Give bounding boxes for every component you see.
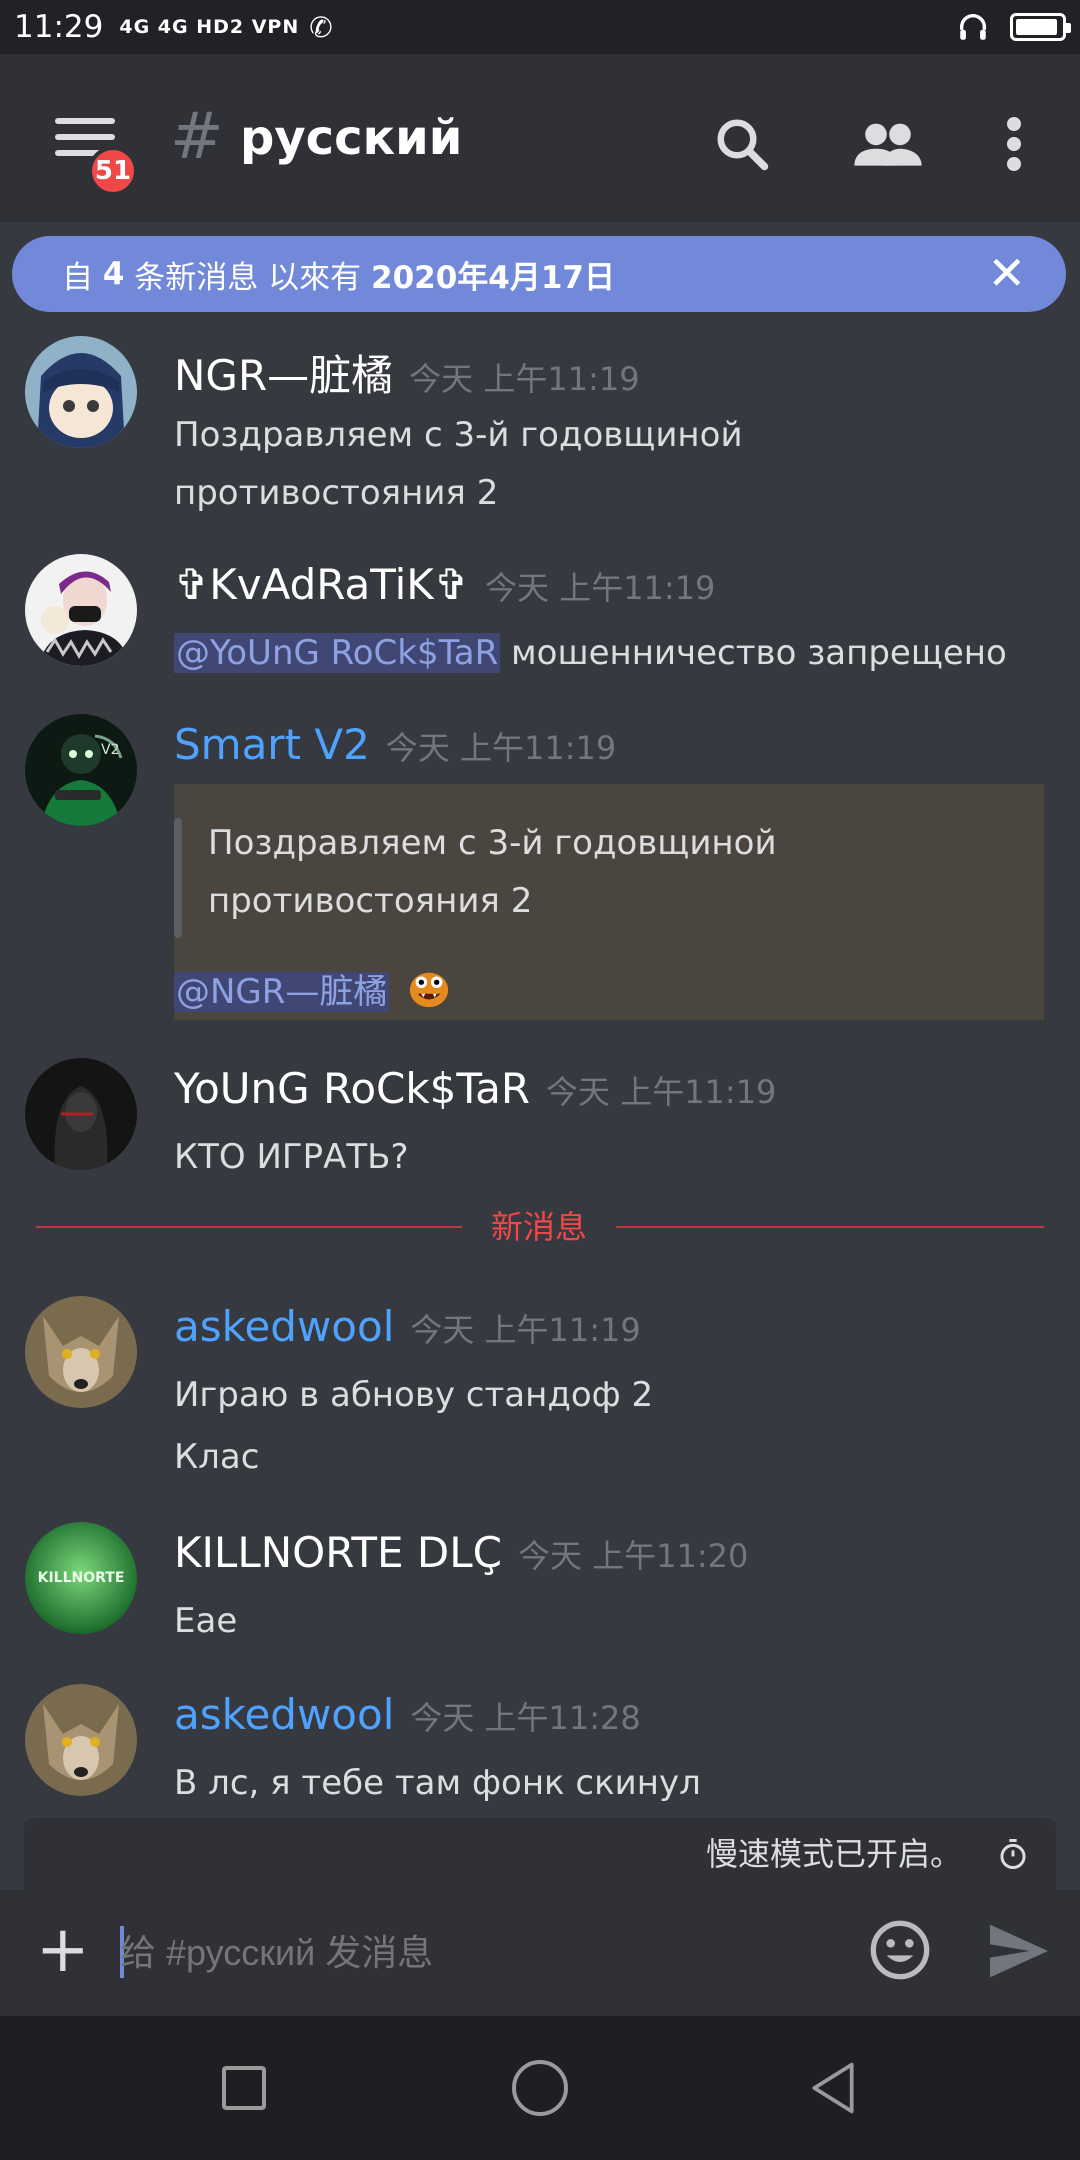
banner-count: 4 [102,256,125,292]
quote-bar [174,818,182,938]
user-mention[interactable]: @NGR—脏橘 [174,972,390,1012]
phone-icon: ✆ [309,10,333,44]
new-messages-label: 新消息 [462,1202,616,1248]
unread-badge: 51 [88,146,138,196]
avatar[interactable] [25,554,137,666]
timestamp: 今天 上午11:19 [410,1311,641,1349]
emoji-icon[interactable] [868,1918,932,1982]
username[interactable]: YoUnG RoCk$TaR 今天 上午11:19 [174,1064,776,1113]
user-mention[interactable]: @YoUnG RoCk$TaR [174,633,501,673]
username-text[interactable]: askedwool [174,1690,394,1739]
timestamp: 今天 上午11:19 [485,569,716,607]
quote-line: Поздравляем с 3-й годовщиной [208,823,777,863]
timestamp: 今天 上午11:20 [517,1537,749,1575]
signal-indicators: 4G 4G HD2 VPN [119,16,300,38]
message-text: Поздравляем с 3-й годовщиной [174,415,743,455]
add-attachment-icon[interactable]: + [36,1918,90,1982]
message-text: Играю в абнову стандоф 2 [174,1375,654,1415]
new-messages-banner[interactable]: 自 4 条新消息 以來有 2020年4月17日 ✕ [12,236,1066,312]
quote-line: противостояния 2 [208,881,533,921]
username[interactable]: askedwool 今天 上午11:28 [174,1690,641,1739]
message-text: КТО ИГРАТЬ? [174,1137,409,1177]
mention-row: @NGR—脏橘 [174,964,452,1013]
message-text: Клас [174,1437,260,1477]
message-text: В лс, я тебе там фонк скинул [174,1763,701,1803]
search-icon[interactable] [712,114,772,174]
status-bar: 11:29 4G 4G HD2 VPN ✆ [0,0,1080,54]
username-text[interactable]: askedwool [174,1302,394,1351]
quote-text: Поздравляем с 3-й годовщиной противостоя… [208,814,777,930]
message-text: @YoUnG RoCk$TaR мошенничество запрещено [174,624,1007,682]
slowmode-text: 慢速模式已开启。 [705,1835,962,1873]
username[interactable]: KILLNORTE DLÇ 今天 上午11:20 [174,1528,748,1577]
hamburger-icon [55,118,115,124]
avatar[interactable] [25,1684,137,1796]
avatar[interactable] [25,336,137,448]
close-icon[interactable]: ✕ [987,250,1026,296]
status-time: 11:29 [14,9,104,45]
battery-icon [1010,13,1071,41]
banner-date: 2020年4月17日 [371,259,616,296]
avatar[interactable]: V2 [25,714,137,826]
avatar[interactable]: KILLNORTE [25,1522,137,1634]
username-text[interactable]: KILLNORTE DLÇ [174,1528,502,1577]
home-button[interactable] [512,2060,568,2116]
username[interactable]: ✞KvAdRaTiK✞ 今天 上午11:19 [174,560,715,609]
username-text[interactable]: NGR—脏橘 [174,351,393,400]
timestamp: 今天 上午11:28 [410,1699,641,1737]
avatar-label: V2 [101,742,119,758]
channel-title[interactable]: русский [240,110,462,166]
username[interactable]: Smart V2 今天 上午11:19 [174,720,616,769]
message-composer: + [0,1890,1080,2016]
slowmode-notice: 慢速模式已开启。 [24,1818,1056,1890]
back-icon[interactable] [808,2060,858,2116]
timestamp: 今天 上午11:19 [385,729,617,767]
username[interactable]: NGR—脏橘 今天 上午11:19 [174,342,640,403]
message-input[interactable] [120,1910,820,1996]
system-navigation-bar [0,2016,1080,2160]
hamburger-line [55,134,115,140]
message-text: противостояния 2 [174,473,499,513]
username-text[interactable]: Smart V2 [174,720,370,769]
quoted-message-embed: Поздравляем с 3-й годовщиной противостоя… [174,784,1044,1020]
send-icon[interactable] [986,1922,1052,1980]
more-options-icon[interactable] [1000,114,1028,174]
avatar[interactable] [25,1058,137,1170]
message-text: Eae [174,1601,238,1641]
avatar[interactable] [25,1296,137,1408]
timestamp: 今天 上午11:19 [409,360,640,398]
timer-icon [1000,1838,1026,1870]
banner-prefix: 自 [62,259,93,296]
timestamp: 今天 上午11:19 [546,1073,777,1111]
banner-middle: 条新消息 以來有 [134,259,362,296]
monster-emoji-icon [410,972,449,1008]
members-icon[interactable] [852,114,924,174]
message-body: мошенничество запрещено [511,633,1007,673]
username-text[interactable]: YoUnG RoCk$TaR [174,1064,530,1113]
avatar-label: KILLNORTE [38,1570,125,1586]
headphones-icon [959,14,987,40]
channel-header: 51 # русский [0,54,1080,222]
username[interactable]: askedwool 今天 上午11:19 [174,1302,641,1351]
hash-icon: # [170,100,224,174]
recent-apps-button[interactable] [222,2066,266,2110]
username-text[interactable]: ✞KvAdRaTiK✞ [174,560,469,609]
